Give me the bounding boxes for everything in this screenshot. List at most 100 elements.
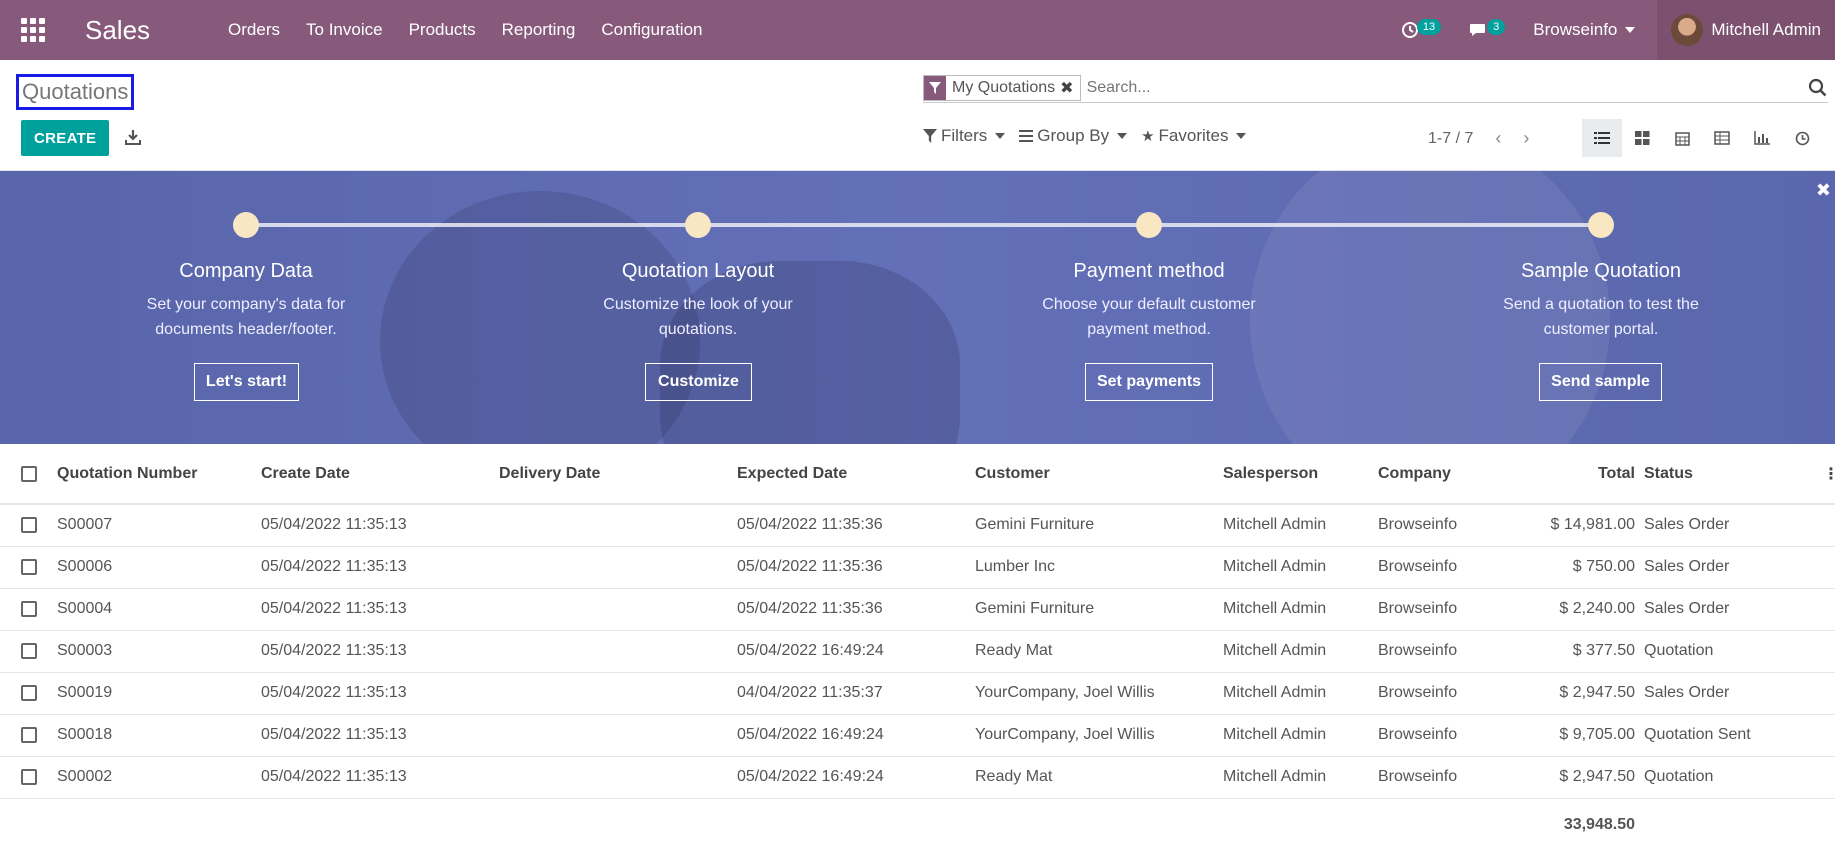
row-checkbox[interactable]: [21, 643, 37, 659]
cell-delivery-date: [499, 504, 737, 547]
download-icon[interactable]: [124, 128, 142, 146]
messages-badge: 3: [1487, 19, 1506, 35]
row-checkbox[interactable]: [21, 727, 37, 743]
cell-create-date: 05/04/2022 11:35:13: [261, 546, 499, 589]
graph-view-button[interactable]: [1742, 119, 1782, 157]
optional-columns-icon[interactable]: ⋮: [1823, 464, 1835, 484]
step-title: Company Data: [179, 260, 313, 282]
cell-customer: Ready Mat: [975, 756, 1223, 799]
column-expected-date[interactable]: Expected Date: [737, 444, 975, 505]
cell-expected-date: 05/04/2022 11:35:36: [737, 504, 975, 547]
column-customer[interactable]: Customer: [975, 444, 1223, 505]
company-switcher[interactable]: Browseinfo: [1533, 20, 1636, 40]
filter-icon: [923, 129, 937, 143]
activity-clock-icon: [1401, 22, 1418, 38]
search-icon[interactable]: [1808, 78, 1828, 98]
pager-value[interactable]: 1-7 / 7: [1428, 130, 1473, 148]
close-icon[interactable]: ✖: [1816, 180, 1831, 201]
cell-delivery-date: [499, 588, 737, 631]
groupby-dropdown[interactable]: Group By: [1019, 126, 1128, 146]
table-row[interactable]: S00007 05/04/2022 11:35:13 05/04/2022 11:3…: [0, 504, 1835, 547]
table-row[interactable]: S00002 05/04/2022 11:35:13 05/04/2022 16:4…: [0, 756, 1835, 799]
cell-delivery-date: [499, 756, 737, 799]
table-row[interactable]: S00003 05/04/2022 11:35:13 05/04/2022 16:4…: [0, 630, 1835, 673]
row-checkbox[interactable]: [21, 685, 37, 701]
filter-icon: [924, 75, 946, 100]
cell-expected-date: 05/04/2022 16:49:24: [737, 756, 975, 799]
column-status[interactable]: Status: [1644, 465, 1693, 482]
favorites-dropdown[interactable]: ★ Favorites: [1141, 126, 1247, 146]
user-menu[interactable]: Mitchell Admin: [1657, 0, 1835, 60]
cell-expected-date: 05/04/2022 16:49:24: [737, 714, 975, 757]
step-title: Sample Quotation: [1520, 260, 1682, 282]
menu-to-invoice[interactable]: To Invoice: [293, 20, 396, 40]
close-icon[interactable]: ✖: [1060, 78, 1079, 98]
calendar-view-button[interactable]: [1662, 119, 1702, 157]
footer-total: 33,948.50: [1563, 815, 1635, 833]
activity-badge: 13: [1416, 19, 1442, 35]
kanban-view-button[interactable]: [1622, 119, 1662, 157]
set-payments-button[interactable]: Set payments: [1085, 363, 1213, 401]
menu-configuration[interactable]: Configuration: [588, 20, 715, 40]
cell-company: Browseinfo: [1378, 672, 1506, 715]
cell-salesperson: Mitchell Admin: [1223, 672, 1378, 715]
activity-view-button[interactable]: [1782, 119, 1822, 157]
lets-start-button[interactable]: Let's start!: [194, 363, 299, 401]
column-delivery-date[interactable]: Delivery Date: [499, 444, 737, 505]
send-sample-button[interactable]: Send sample: [1539, 363, 1662, 401]
chevron-right-icon[interactable]: ›: [1523, 128, 1529, 149]
cell-delivery-date: [499, 714, 737, 757]
column-total[interactable]: Total: [1506, 444, 1644, 505]
cell-total: $ 9,705.00: [1506, 714, 1644, 757]
cell-status: Sales Order: [1644, 504, 1835, 547]
step-description: Customize the look of your quotations.: [603, 296, 793, 338]
step-dot: [1136, 212, 1162, 238]
quotations-table: Quotation Number Create Date Delivery Da…: [0, 444, 1835, 851]
create-button[interactable]: CREATE: [21, 120, 110, 156]
cell-salesperson: Mitchell Admin: [1223, 504, 1378, 547]
step-title: Quotation Layout: [621, 260, 775, 282]
menu-orders[interactable]: Orders: [215, 20, 293, 40]
chevron-left-icon[interactable]: ‹: [1495, 128, 1501, 149]
table-row[interactable]: S00019 05/04/2022 11:35:13 04/04/2022 11:3…: [0, 672, 1835, 715]
cell-quotation-number: S00019: [57, 672, 261, 715]
row-checkbox[interactable]: [21, 559, 37, 575]
user-name: Mitchell Admin: [1711, 20, 1821, 39]
search-input[interactable]: [1086, 78, 1787, 97]
menu-products[interactable]: Products: [396, 20, 489, 40]
cell-expected-date: 04/04/2022 11:35:37: [737, 672, 975, 715]
menu-reporting[interactable]: Reporting: [489, 20, 589, 40]
cell-expected-date: 05/04/2022 11:35:36: [737, 588, 975, 631]
activity-menu[interactable]: 13: [1401, 19, 1442, 39]
table-row[interactable]: S00018 05/04/2022 11:35:13 05/04/2022 16:4…: [0, 714, 1835, 757]
onboarding-banner: ✖ Company Data Set your company's data f…: [0, 171, 1835, 444]
pivot-view-button[interactable]: [1702, 119, 1742, 157]
column-create-date[interactable]: Create Date: [261, 444, 499, 505]
cell-salesperson: Mitchell Admin: [1223, 588, 1378, 631]
filters-dropdown[interactable]: Filters: [923, 126, 1006, 146]
row-checkbox[interactable]: [21, 601, 37, 617]
cell-total: $ 14,981.00: [1506, 504, 1644, 547]
row-checkbox[interactable]: [21, 769, 37, 785]
onboarding-progress-track: [246, 223, 1600, 227]
column-quotation-number[interactable]: Quotation Number: [57, 444, 261, 505]
select-all-checkbox[interactable]: [21, 465, 37, 482]
customize-button[interactable]: Customize: [645, 363, 752, 401]
cell-expected-date: 05/04/2022 11:35:36: [737, 546, 975, 589]
list-view-button[interactable]: [1582, 119, 1622, 157]
column-salesperson[interactable]: Salesperson: [1223, 444, 1378, 505]
step-dot: [233, 212, 259, 238]
messages-menu[interactable]: 3: [1469, 19, 1506, 39]
filters-label: Filters: [941, 126, 988, 145]
pivot-view-icon: [1714, 131, 1730, 145]
row-checkbox[interactable]: [21, 517, 37, 534]
row-select-cell: [0, 504, 57, 547]
app-brand[interactable]: Sales: [85, 15, 150, 46]
cell-status: Sales Order: [1644, 546, 1835, 589]
table-row[interactable]: S00004 05/04/2022 11:35:13 05/04/2022 11:3…: [0, 588, 1835, 631]
step-dot: [685, 212, 711, 238]
calendar-view-icon: [1674, 131, 1690, 146]
apps-icon[interactable]: [21, 18, 45, 42]
column-company[interactable]: Company: [1378, 444, 1506, 505]
table-row[interactable]: S00006 05/04/2022 11:35:13 05/04/2022 11:3…: [0, 546, 1835, 589]
